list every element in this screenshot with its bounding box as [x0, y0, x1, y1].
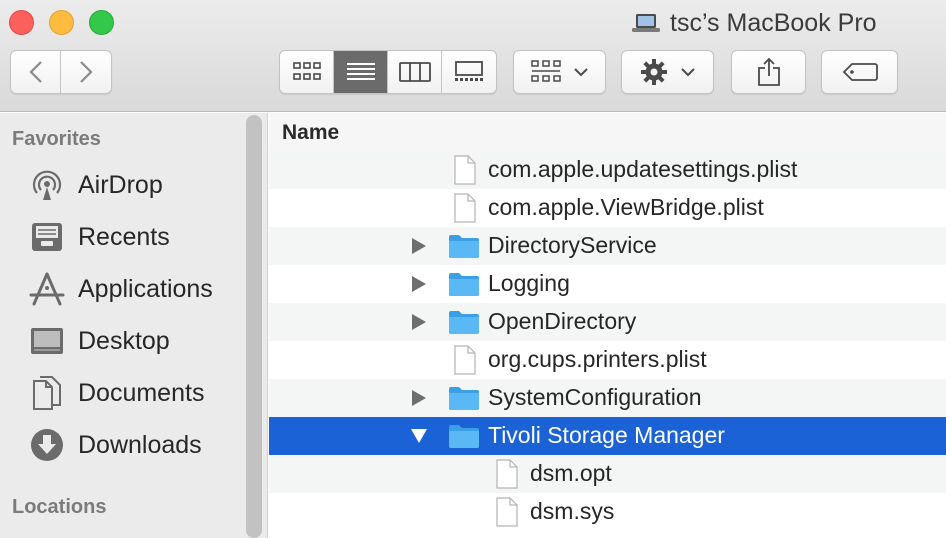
applications-icon [28, 271, 66, 307]
file-row[interactable]: com.apple.updatesettings.plist [269, 151, 946, 189]
window-title-text: tsc’s MacBook Pro [670, 8, 877, 37]
sidebar-item-downloads[interactable]: Downloads [28, 425, 258, 465]
zoom-window-button[interactable] [89, 10, 114, 35]
sidebar-item-applications[interactable]: Applications [28, 269, 258, 309]
item-name: Tivoli Storage Manager [488, 422, 725, 448]
file-row[interactable]: com.apple.ViewBridge.plist [269, 189, 946, 227]
share-button[interactable] [731, 50, 806, 94]
item-name: OpenDirectory [488, 308, 637, 334]
folder-icon [447, 307, 481, 337]
column-header-label: Name [282, 121, 340, 144]
disclosure-collapsed-icon[interactable] [410, 389, 428, 407]
folder-row[interactable]: DirectoryService [269, 227, 946, 265]
column-header-name[interactable]: Name [269, 113, 946, 155]
chevron-down-icon [573, 68, 588, 77]
document-icon [447, 345, 481, 375]
column-view-button[interactable] [388, 51, 442, 93]
sidebar-item-recents[interactable]: Recents [28, 217, 258, 257]
back-button[interactable] [11, 51, 62, 93]
recents-icon [28, 219, 66, 255]
file-row[interactable]: dsm.sys [269, 493, 946, 531]
folder-row[interactable]: OpenDirectory [269, 303, 946, 341]
window-title: tsc’s MacBook Pro [632, 8, 877, 38]
document-icon [489, 497, 523, 527]
disclosure-collapsed-icon[interactable] [410, 237, 428, 255]
item-name: org.cups.printers.plist [488, 346, 707, 372]
folder-icon [447, 269, 481, 299]
list-view-icon [346, 63, 375, 80]
sidebar-item-documents[interactable]: Documents [28, 373, 258, 413]
disclosure-expanded-icon[interactable] [410, 427, 428, 445]
arrange-grid-icon [530, 60, 561, 82]
view-mode-control [279, 50, 497, 94]
folder-icon [447, 231, 481, 261]
disclosure-collapsed-icon[interactable] [410, 313, 428, 331]
share-icon [757, 57, 780, 86]
tag-button[interactable] [821, 50, 898, 94]
close-window-button[interactable] [9, 10, 34, 35]
gear-icon [640, 59, 667, 85]
tag-icon [842, 63, 878, 81]
item-name: DirectoryService [488, 232, 657, 258]
list-view-button[interactable] [334, 51, 388, 93]
file-row[interactable]: dsm.opt [269, 455, 946, 493]
folder-icon [447, 383, 481, 413]
chevron-right-icon [80, 61, 93, 83]
file-list: Name com.apple.updatesettings.plist com.a… [269, 113, 946, 538]
item-name: dsm.sys [530, 498, 615, 524]
gallery-view-button[interactable] [442, 51, 496, 93]
window-toolbar: tsc’s MacBook Pro [0, 0, 946, 112]
sidebar-item-label: Applications [78, 274, 213, 303]
item-name: SystemConfiguration [488, 384, 702, 410]
documents-icon [28, 375, 66, 411]
folder-row[interactable]: Tivoli Storage Manager [269, 417, 946, 455]
column-view-icon [398, 62, 431, 82]
sidebar-item-label: Downloads [78, 430, 202, 459]
sidebar-item-label: Documents [78, 378, 205, 407]
laptop-icon [632, 13, 660, 33]
item-name: com.apple.updatesettings.plist [488, 156, 798, 182]
item-name: Logging [488, 270, 570, 296]
item-name: com.apple.ViewBridge.plist [488, 194, 764, 220]
sidebar-scrollbar[interactable] [246, 115, 262, 538]
navigation-buttons [10, 50, 112, 94]
document-icon [489, 459, 523, 489]
airdrop-icon [28, 167, 66, 203]
icon-view-button[interactable] [280, 51, 334, 93]
chevron-left-icon [28, 61, 42, 83]
sidebar-item-label: Desktop [78, 326, 170, 355]
chevron-down-icon [680, 68, 695, 77]
arrange-button[interactable] [513, 50, 606, 94]
folder-icon [447, 421, 481, 451]
favorites-heading: Favorites [12, 128, 101, 150]
document-icon [447, 155, 481, 185]
forward-button[interactable] [61, 51, 111, 93]
disclosure-collapsed-icon[interactable] [410, 275, 428, 293]
sidebar: Favorites AirDrop Recents Applications D… [0, 113, 268, 538]
sidebar-item-airdrop[interactable]: AirDrop [28, 165, 258, 205]
sidebar-item-desktop[interactable]: Desktop [28, 321, 258, 361]
folder-row[interactable]: Logging [269, 265, 946, 303]
desktop-icon [28, 323, 66, 359]
gallery-view-icon [455, 61, 483, 81]
sidebar-item-label: Recents [78, 222, 170, 251]
icon-view-icon [292, 62, 321, 80]
sidebar-item-label: AirDrop [78, 170, 163, 199]
locations-heading: Locations [12, 496, 107, 518]
minimize-window-button[interactable] [49, 10, 74, 35]
document-icon [447, 193, 481, 223]
action-button[interactable] [621, 50, 714, 94]
folder-row[interactable]: SystemConfiguration [269, 379, 946, 417]
file-row[interactable]: org.cups.printers.plist [269, 341, 946, 379]
downloads-icon [28, 427, 66, 463]
item-name: dsm.opt [530, 460, 612, 486]
